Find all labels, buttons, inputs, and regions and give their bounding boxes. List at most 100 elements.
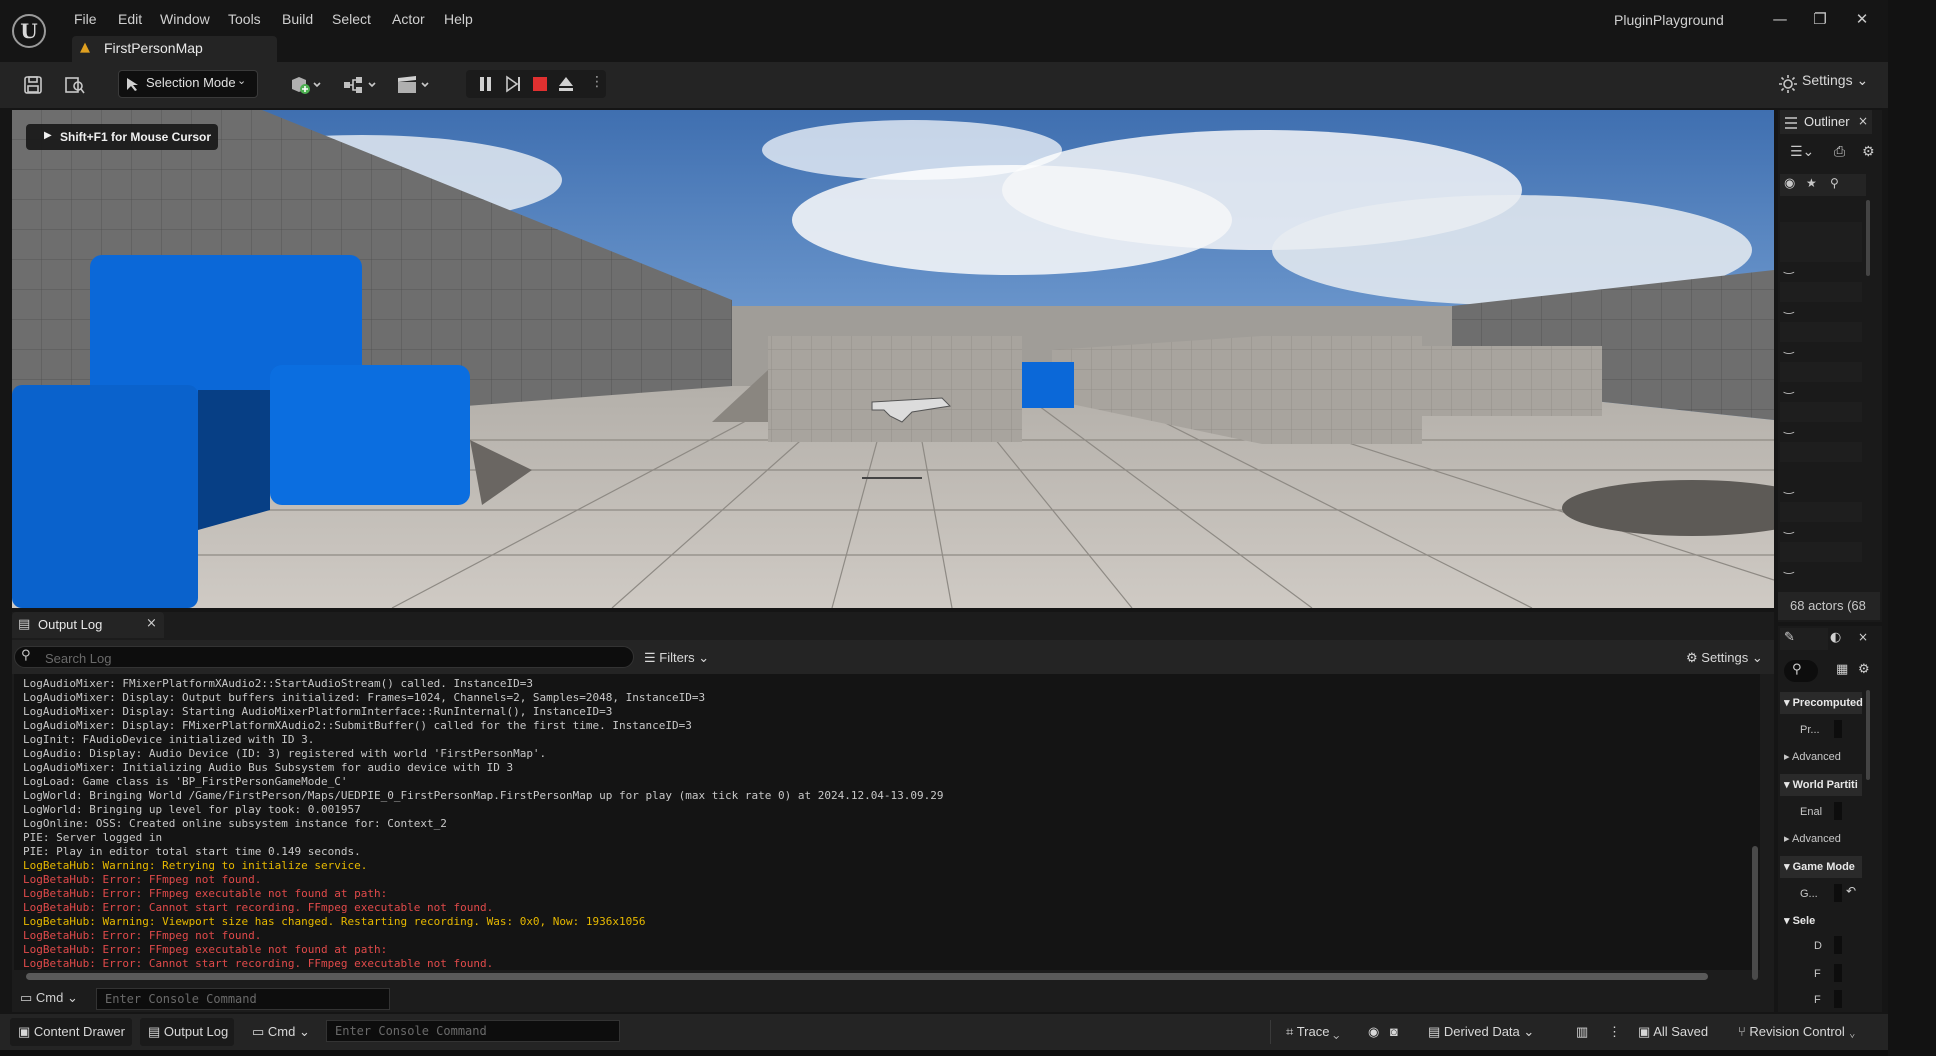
property-value[interactable] bbox=[1834, 964, 1842, 982]
blueprint-icon[interactable] bbox=[342, 74, 380, 96]
hidden-eye-icon[interactable]: ‿ bbox=[1784, 340, 1794, 354]
search-icon: ⚲ bbox=[1792, 662, 1802, 677]
filters-button[interactable]: ☰ Filters ⌄ bbox=[644, 650, 709, 666]
menu-select[interactable]: Select bbox=[332, 9, 371, 29]
derived-data-button[interactable]: ▤ Derived Data ⌄ bbox=[1428, 1024, 1534, 1040]
log-horizontal-scrollbar[interactable] bbox=[26, 973, 1708, 980]
revision-control-button[interactable]: ⑂ Revision Control ⌄ bbox=[1738, 1024, 1856, 1039]
unreal-logo-icon[interactable]: U bbox=[12, 14, 46, 48]
section-game-mode-label: ▾ Game Mode bbox=[1784, 861, 1855, 873]
close-tab-icon[interactable]: × bbox=[146, 616, 157, 631]
hidden-eye-icon[interactable]: ‿ bbox=[1784, 420, 1794, 434]
record-icon[interactable]: ◉ bbox=[1368, 1024, 1379, 1040]
close-window-button[interactable]: ✕ bbox=[1848, 8, 1876, 30]
status-console-input[interactable] bbox=[326, 1020, 620, 1042]
log-line: LogBetaHub: Warning: Retrying to initial… bbox=[23, 859, 368, 872]
cinematics-icon[interactable] bbox=[396, 74, 432, 96]
stop-icon[interactable] bbox=[530, 74, 550, 94]
more-options-icon[interactable]: ⋮ bbox=[590, 74, 604, 90]
property-value[interactable] bbox=[1834, 936, 1842, 954]
log-line: LogBetaHub: Error: FFmpeg not found. bbox=[23, 873, 262, 886]
details-gear-icon[interactable]: ⚙ bbox=[1858, 662, 1870, 677]
world-settings-icon[interactable]: ◐ bbox=[1830, 630, 1841, 645]
log-cmd-label: Cmd bbox=[35, 990, 64, 1005]
stats-icon[interactable]: ▥ bbox=[1576, 1024, 1588, 1040]
status-more-icon[interactable]: ⋮ bbox=[1608, 1024, 1621, 1040]
close-details-icon[interactable]: × bbox=[1858, 630, 1868, 644]
play-triangle-icon: ▶ bbox=[44, 130, 52, 141]
status-divider bbox=[1270, 1020, 1271, 1044]
section-precomputed-title: Precomputed bbox=[1792, 697, 1863, 709]
outliner-row[interactable] bbox=[1780, 282, 1862, 302]
mouse-cursor-hint-label: Shift+F1 for Mouse Cursor bbox=[60, 130, 212, 144]
camera-icon[interactable]: ⎙ bbox=[1834, 144, 1845, 160]
outliner-row[interactable] bbox=[1780, 322, 1862, 342]
section-selected-label[interactable]: ▾ Sele bbox=[1784, 914, 1864, 927]
menu-build[interactable]: Build bbox=[282, 9, 313, 29]
outliner-row[interactable] bbox=[1780, 542, 1862, 562]
reset-icon[interactable]: ↶ bbox=[1846, 884, 1856, 898]
details-scrollbar[interactable] bbox=[1866, 690, 1870, 780]
property-label: Enal bbox=[1800, 806, 1823, 818]
log-settings-button[interactable]: ⚙ Settings ⌄ bbox=[1686, 650, 1763, 666]
step-frame-icon[interactable] bbox=[504, 74, 524, 94]
filter-icon[interactable]: ☰⌄ bbox=[1790, 144, 1814, 160]
outliner-row[interactable] bbox=[1780, 242, 1862, 262]
hidden-eye-icon[interactable]: ‿ bbox=[1784, 560, 1794, 574]
restore-button[interactable]: ❐ bbox=[1806, 8, 1834, 30]
pin-icon[interactable]: ⚲ bbox=[1830, 176, 1839, 190]
log-vertical-scrollbar[interactable] bbox=[1752, 846, 1758, 980]
advanced-toggle[interactable]: ▸ Advanced bbox=[1784, 832, 1864, 845]
log-line: LogAudioMixer: Display: Starting AudioMi… bbox=[23, 705, 613, 718]
menu-edit[interactable]: Edit bbox=[118, 9, 142, 29]
trace-button[interactable]: ⌗ Trace ⌄ bbox=[1286, 1024, 1339, 1040]
hidden-eye-icon[interactable]: ‿ bbox=[1784, 300, 1794, 314]
selection-mode-label: Selection Mode bbox=[146, 75, 236, 90]
star-icon[interactable]: ★ bbox=[1806, 176, 1817, 190]
level-viewport[interactable] bbox=[12, 110, 1774, 608]
screenshot-icon[interactable]: ◙ bbox=[1390, 1024, 1398, 1039]
close-outliner-icon[interactable]: × bbox=[1858, 114, 1868, 128]
outliner-row[interactable] bbox=[1780, 222, 1862, 242]
section-precomputed-label: ▾ Precomputed bbox=[1784, 697, 1863, 709]
log-text-area[interactable]: LogAudioMixer: FMixerPlatformXAudio2::St… bbox=[14, 674, 1760, 970]
log-line: LogAudio: Display: Audio Device (ID: 3) … bbox=[23, 747, 547, 760]
save-icon[interactable] bbox=[22, 74, 44, 96]
pause-icon[interactable] bbox=[476, 74, 496, 94]
eject-icon[interactable] bbox=[556, 74, 576, 94]
property-value[interactable] bbox=[1834, 802, 1842, 820]
hidden-eye-icon[interactable]: ‿ bbox=[1784, 380, 1794, 394]
log-search-input[interactable] bbox=[43, 648, 627, 668]
status-output-log-label: Output Log bbox=[163, 1024, 229, 1039]
menu-file[interactable]: File bbox=[74, 9, 97, 29]
all-saved-button[interactable]: ▣ All Saved bbox=[1638, 1024, 1708, 1040]
filters-label: Filters bbox=[659, 650, 695, 665]
outliner-scrollbar[interactable] bbox=[1866, 200, 1870, 276]
settings-button[interactable]: Settings ⌄ bbox=[1802, 72, 1868, 89]
outliner-row[interactable] bbox=[1780, 362, 1862, 382]
log-console-input[interactable] bbox=[96, 988, 390, 1010]
outliner-row[interactable] bbox=[1780, 442, 1862, 462]
outliner-row[interactable] bbox=[1780, 502, 1862, 522]
derived-data-label: Derived Data bbox=[1443, 1024, 1520, 1039]
menu-actor[interactable]: Actor bbox=[392, 9, 425, 29]
property-value[interactable] bbox=[1834, 884, 1842, 902]
hidden-eye-icon[interactable]: ‿ bbox=[1784, 480, 1794, 494]
menu-window[interactable]: Window bbox=[160, 9, 210, 29]
table-view-icon[interactable]: ▦ bbox=[1836, 662, 1848, 677]
advanced-toggle[interactable]: ▸ Advanced bbox=[1784, 750, 1864, 763]
browse-icon[interactable] bbox=[64, 74, 86, 96]
hidden-eye-icon[interactable]: ‿ bbox=[1784, 520, 1794, 534]
hidden-eye-icon[interactable]: ‿ bbox=[1784, 260, 1794, 274]
visibility-eye-icon[interactable]: ◉ bbox=[1784, 176, 1795, 191]
outliner-gear-icon[interactable]: ⚙ bbox=[1862, 144, 1875, 160]
minimize-button[interactable]: — bbox=[1766, 8, 1794, 30]
log-cmd-button[interactable]: ▭ Cmd ⌄ bbox=[20, 990, 78, 1006]
property-value[interactable] bbox=[1834, 720, 1842, 738]
status-cmd-button[interactable]: ▭ Cmd ⌄ bbox=[252, 1024, 310, 1040]
menu-tools[interactable]: Tools bbox=[228, 9, 261, 29]
menu-help[interactable]: Help bbox=[444, 9, 473, 29]
add-actor-icon[interactable] bbox=[288, 74, 322, 96]
property-value[interactable] bbox=[1834, 990, 1842, 1008]
outliner-row[interactable] bbox=[1780, 402, 1862, 422]
